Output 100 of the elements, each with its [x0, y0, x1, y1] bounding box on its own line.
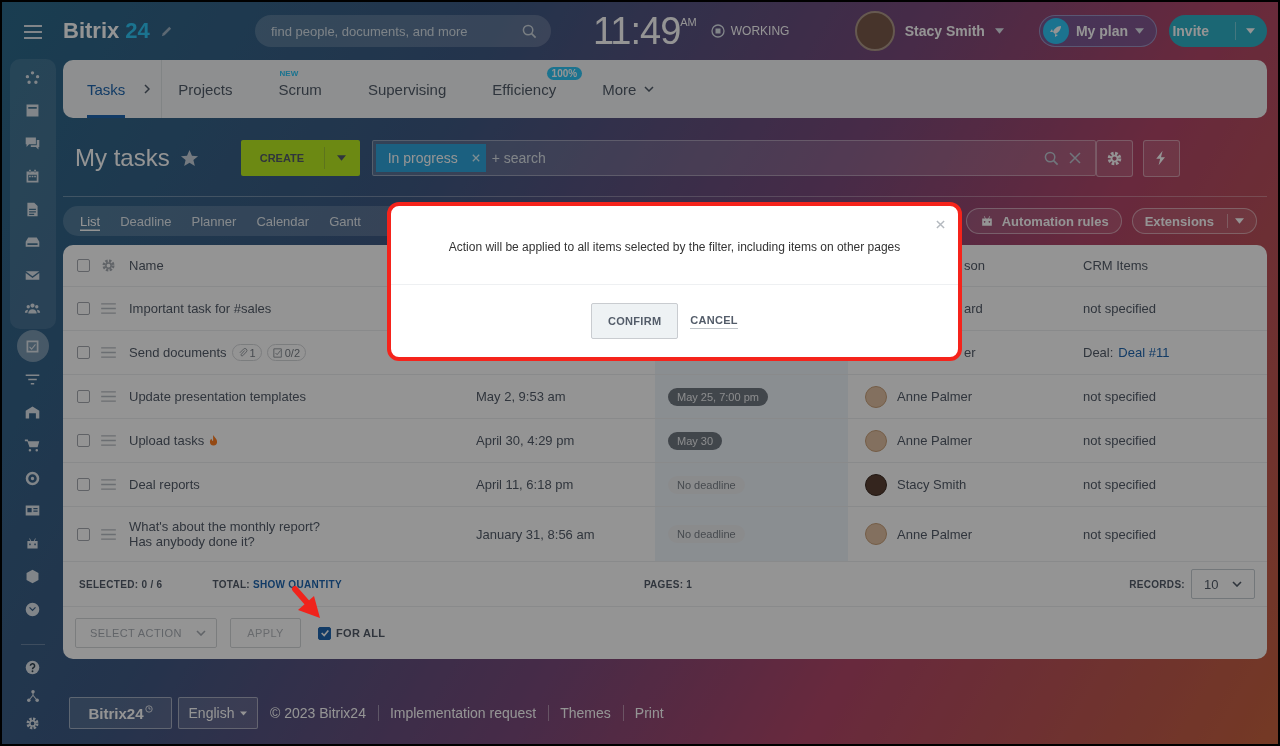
rocket-icon	[1042, 18, 1069, 44]
page-title: My tasks	[75, 144, 170, 172]
user-avatar[interactable]	[865, 473, 887, 496]
pencil-icon[interactable]	[159, 24, 173, 38]
task-name[interactable]: Upload tasks	[129, 433, 205, 448]
caret-icon	[336, 155, 346, 161]
nav-tab[interactable]: Supervising	[367, 60, 447, 118]
crm-value: not specified	[1083, 477, 1156, 492]
drag-handle-icon[interactable]	[101, 435, 116, 446]
drag-handle-icon[interactable]	[101, 347, 116, 358]
dialog-message: Action will be applied to all items selected by the filter, including items on other pages	[391, 206, 958, 285]
checkbox[interactable]	[77, 527, 90, 541]
column-header[interactable]: son	[964, 258, 985, 273]
responsible-name[interactable]: Stacy Smith	[897, 477, 967, 492]
activity-date: January 31, 8:56 am	[476, 526, 595, 542]
checkbox[interactable]	[77, 346, 90, 359]
settings-icon[interactable]	[101, 258, 116, 273]
deadline-badge[interactable]: No deadline	[668, 475, 745, 494]
deal-link[interactable]: Deal #11	[1118, 345, 1170, 360]
activity-date: May 2, 9:53 am	[476, 389, 566, 404]
counter-badge: 100%	[546, 67, 583, 80]
caret-icon	[1246, 28, 1255, 34]
caret-icon	[1235, 218, 1244, 224]
view-tab[interactable]: Calendar	[256, 211, 310, 231]
records-label: RECORDS:	[1129, 578, 1185, 590]
clock-icon	[144, 705, 153, 713]
view-tab[interactable]: Planner	[191, 211, 237, 231]
logo[interactable]: Bitrix 24	[63, 18, 150, 44]
search-icon[interactable]	[522, 24, 537, 39]
checkbox[interactable]	[77, 434, 90, 447]
task-name[interactable]: Send documents	[129, 345, 227, 360]
footer-link[interactable]: Implementation request	[389, 705, 537, 721]
filter-tag[interactable]: In progress	[375, 144, 486, 172]
menu-icon[interactable]	[23, 25, 42, 39]
user-name[interactable]: Stacy Smith	[904, 23, 985, 39]
confirm-button[interactable]: CONFIRM	[591, 303, 679, 339]
caret-icon	[240, 710, 248, 716]
task-name[interactable]: What's about the monthly report? Has anybody done it?	[129, 519, 321, 549]
checkbox[interactable]	[77, 259, 90, 272]
crm-value: not specified	[1083, 526, 1156, 542]
footer-link[interactable]: Themes	[560, 705, 611, 721]
crm-label: Deal:	[1083, 345, 1114, 360]
create-button[interactable]: CREATE	[240, 140, 360, 176]
checkbox[interactable]	[318, 626, 331, 640]
task-name[interactable]: Important task for #sales	[129, 301, 272, 316]
responsible-name[interactable]: er	[964, 345, 976, 360]
checkbox-label[interactable]: FOR ALL	[336, 627, 386, 639]
network-icon[interactable]	[25, 689, 40, 703]
search-input[interactable]: + search	[489, 149, 1034, 167]
records-select[interactable]: 10	[1191, 569, 1255, 599]
new-label: NEW	[279, 69, 299, 78]
checkbox[interactable]	[77, 478, 90, 491]
deadline-badge[interactable]: May 30	[668, 431, 723, 450]
task-name[interactable]: Update presentation templates	[129, 389, 307, 404]
checkbox[interactable]	[77, 390, 90, 403]
close-icon[interactable]	[1068, 152, 1081, 164]
show-quantity-link[interactable]: SHOW QUANTITY	[252, 578, 342, 590]
drag-handle-icon[interactable]	[101, 391, 116, 402]
search-icon[interactable]	[1043, 150, 1059, 166]
responsible-name[interactable]: ard	[964, 301, 983, 316]
nav-tab[interactable]: More	[602, 60, 655, 118]
responsible-name[interactable]: Anne Palmer	[897, 389, 973, 404]
star-icon[interactable]	[179, 148, 199, 168]
crm-value: not specified	[1083, 301, 1156, 316]
nav-tab[interactable]: Projects	[178, 60, 233, 118]
deadline-badge[interactable]: No deadline	[668, 525, 745, 543]
checkbox[interactable]	[77, 302, 90, 315]
chevron-down-icon	[196, 630, 206, 636]
footer-link[interactable]: Print	[634, 705, 664, 721]
clock: 11:49$^{AM}$	[593, 9, 697, 53]
help-icon[interactable]	[24, 659, 41, 677]
task-name[interactable]: Deal reports	[129, 477, 200, 492]
column-header[interactable]: CRM Items	[1070, 245, 1267, 286]
crm-value: not specified	[1083, 433, 1156, 448]
invite-button[interactable]: Invite	[1169, 15, 1267, 47]
caret-icon[interactable]	[994, 28, 1004, 34]
crm-value: not specified	[1083, 389, 1156, 404]
activity-date: April 30, 4:29 pm	[476, 433, 575, 448]
selected-count: SELECTED: 0 / 6	[79, 578, 163, 590]
cancel-button[interactable]: CANCEL	[690, 313, 738, 329]
responsible-name[interactable]: Anne Palmer	[897, 433, 973, 448]
chevron-right-icon[interactable]	[144, 84, 151, 94]
drag-handle-icon[interactable]	[101, 303, 116, 314]
view-tab[interactable]: Deadline	[120, 211, 172, 231]
copyright-text: © 2023 Bitrix24	[270, 705, 366, 721]
responsible-name[interactable]: Anne Palmer	[897, 526, 973, 542]
close-icon[interactable]	[936, 220, 945, 229]
paperclip-icon	[237, 347, 248, 358]
stop-icon[interactable]	[710, 24, 725, 38]
view-tab[interactable]: List	[80, 211, 101, 231]
work-status[interactable]: WORKING	[730, 24, 790, 38]
checklist-icon	[272, 347, 283, 358]
drag-handle-icon[interactable]	[101, 479, 116, 490]
deadline-badge[interactable]: May 25, 7:00 pm	[668, 387, 768, 406]
view-tab[interactable]: Gantt	[329, 211, 361, 231]
caret-icon	[1135, 28, 1144, 34]
settings-icon	[1105, 149, 1123, 167]
drag-handle-icon[interactable]	[101, 528, 116, 540]
page-count: PAGES: 1	[643, 578, 693, 590]
nav-tab[interactable]: Tasks	[87, 60, 126, 118]
